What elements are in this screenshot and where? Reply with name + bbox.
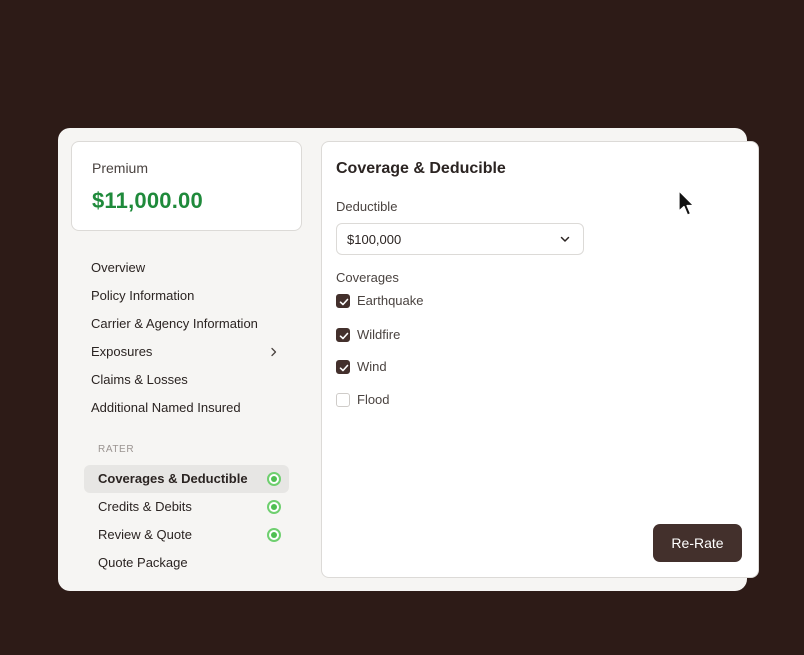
checkbox-checked-icon[interactable] (336, 360, 350, 374)
coverage-label: Wildfire (357, 327, 401, 342)
sidebar-item-policy-information[interactable]: Policy Information (91, 284, 291, 312)
premium-value: $11,000.00 (92, 188, 203, 213)
deductible-select[interactable]: $100,000 (336, 223, 584, 255)
rater-item-review-quote[interactable]: Review & Quote (84, 521, 289, 549)
coverage-wildfire[interactable]: Wildfire (336, 326, 536, 346)
sidebar-item-claims-losses[interactable]: Claims & Losses (91, 368, 291, 396)
rater-item-credits-debits[interactable]: Credits & Debits (84, 493, 289, 521)
mouse-pointer-icon (678, 190, 695, 216)
coverage-wind[interactable]: Wind (336, 358, 536, 378)
rater-nav: Coverages & Deductible Credits & Debits … (84, 465, 289, 577)
checkbox-checked-icon[interactable] (336, 294, 350, 308)
rater-item-label: Quote Package (98, 555, 188, 570)
rater-item-quote-package[interactable]: Quote Package (84, 549, 289, 577)
checkbox-checked-icon[interactable] (336, 328, 350, 342)
coverage-label: Wind (357, 359, 387, 374)
checkbox-unchecked-icon[interactable] (336, 393, 350, 407)
deductible-label: Deductible (336, 199, 398, 214)
rater-item-label: Credits & Debits (98, 499, 192, 514)
coverage-earthquake[interactable]: Earthquake (336, 292, 536, 312)
coverage-flood[interactable]: Flood (336, 391, 536, 411)
sidebar-item-additional-named-insured[interactable]: Additional Named Insured (91, 396, 291, 424)
premium-label: Premium (92, 160, 149, 176)
coverage-label: Flood (357, 392, 390, 407)
complete-status-icon (267, 528, 281, 542)
rater-item-coverages-deductible[interactable]: Coverages & Deductible (84, 465, 289, 493)
complete-status-icon (267, 500, 281, 514)
coverage-label: Earthquake (357, 293, 424, 308)
sidebar-item-overview[interactable]: Overview (91, 256, 291, 284)
chevron-down-icon (560, 236, 570, 242)
rater-item-label: Review & Quote (98, 527, 192, 542)
re-rate-button[interactable]: Re-Rate (653, 524, 742, 562)
rater-item-label: Coverages & Deductible (98, 471, 248, 486)
sidebar-nav: Overview Policy Information Carrier & Ag… (91, 256, 291, 424)
coverages-label: Coverages (336, 270, 399, 285)
page-title: Coverage & Deducible (336, 160, 506, 177)
premium-summary: Premium $11,000.00 (71, 141, 302, 231)
sidebar-item-label: Exposures (91, 344, 153, 359)
rater-section-label: RATER (98, 444, 135, 455)
deductible-value: $100,000 (347, 232, 402, 247)
screen: Premium $11,000.00 Overview Policy Infor… (0, 0, 804, 655)
chevron-right-icon (269, 343, 279, 363)
complete-status-icon (267, 472, 281, 486)
sidebar-item-carrier-agency[interactable]: Carrier & Agency Information (91, 312, 291, 340)
sidebar-item-exposures[interactable]: Exposures (91, 340, 291, 368)
